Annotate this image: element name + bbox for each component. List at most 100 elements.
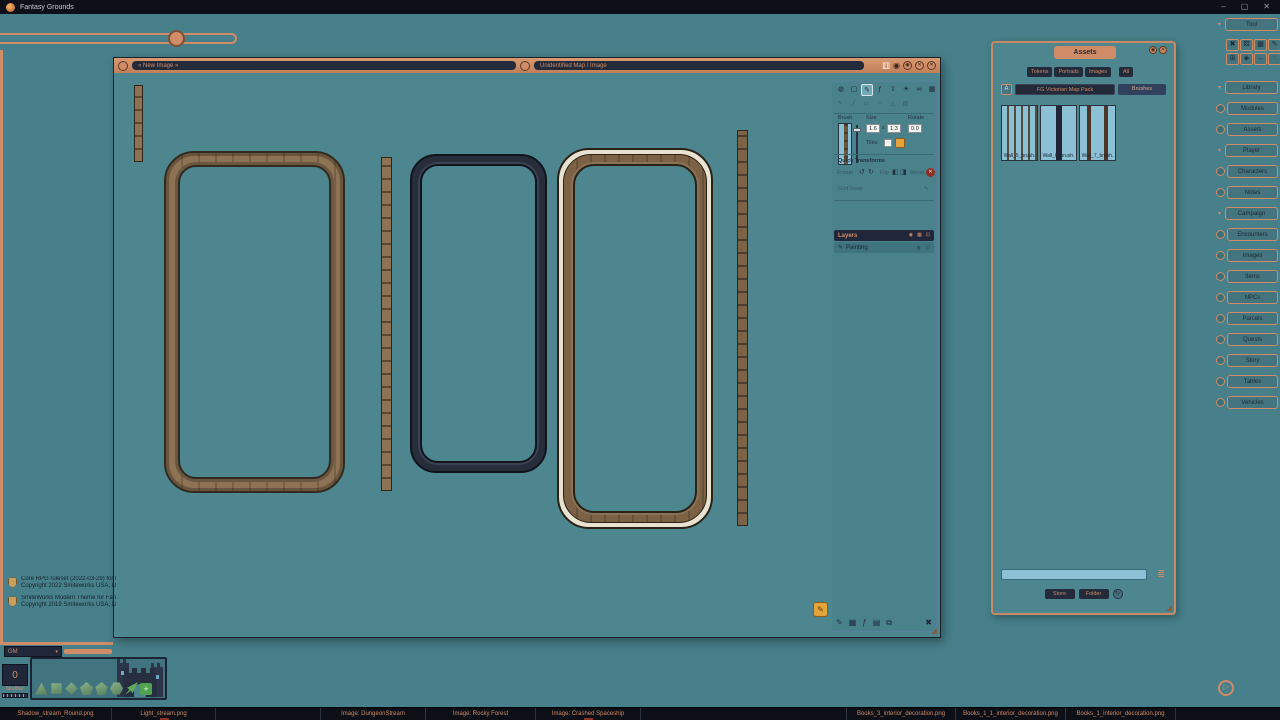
minimize-window-button[interactable]: ◉ [903,61,912,70]
image-title-map[interactable]: Unidentified Map / Image [534,61,864,70]
sidebar-collapse-button[interactable]: ▷ [1218,680,1234,696]
pin-window-button[interactable]: ◉ [1149,46,1157,54]
paint-tool-icon[interactable]: ✎ [861,84,873,96]
layer-edit-icon[interactable]: ✎ [838,244,843,251]
close-all-button[interactable]: ✖ [1226,39,1239,51]
asset-wall-5-brush[interactable]: Wall_5_brush. [1001,105,1038,161]
pencil-tool-icon[interactable]: ✎ [836,99,845,109]
radial-menu-button[interactable]: ◉ [893,61,900,71]
elevation-tool-icon[interactable]: ⇧ [887,84,899,96]
close-window-button[interactable]: ✕ [927,61,936,70]
sidebar-item-label[interactable]: Campaign [1225,207,1278,220]
dice-shortcut-button[interactable]: ⚅ [882,61,890,71]
tab-images[interactable]: Images [1085,67,1111,77]
d10-die[interactable] [80,682,93,695]
refresh-button[interactable]: ↻ [1113,589,1123,599]
maximize-button[interactable]: ▢ [1241,0,1249,14]
taskbar-item-books-3[interactable]: Books_3_interior_decoration.png [846,708,956,720]
window-handle-icon[interactable] [118,61,128,71]
size-width-input[interactable] [866,124,880,133]
window-resize-handle[interactable]: ◢ [1166,603,1172,612]
d4-die[interactable] [35,682,48,695]
flip-vertical-button[interactable]: ◨ [900,169,907,177]
draw-button[interactable]: ✎ [1268,39,1280,51]
polygon-tool-icon[interactable]: △ [888,99,897,109]
options-button[interactable]: ◌ [1268,53,1280,65]
sidebar-item-label[interactable]: Items [1227,270,1278,283]
sidebar-item-label[interactable]: Assets [1227,123,1278,136]
sidebar-item-icon[interactable] [1216,377,1225,386]
sidebar-item-icon[interactable] [1216,125,1225,134]
sidebar-item-label[interactable]: Vehicles [1227,396,1278,409]
taskbar-item-crashed-spaceship[interactable]: Image: Crashed Spaceship [536,708,641,720]
sidebar-item-label[interactable]: Notes [1227,186,1278,199]
window-button[interactable]: ⊞ [1226,53,1239,65]
taskbar-item-light-stream[interactable]: Light_stream.png [112,708,216,720]
size-height-input[interactable] [887,124,901,133]
sidebar-item-icon[interactable] [1216,356,1225,365]
d8-die[interactable] [65,682,78,695]
rotate-ccw-button[interactable]: ↺ [859,169,865,177]
window-handle-icon[interactable] [520,61,530,71]
circle-tool-icon[interactable]: ○ [875,99,884,109]
taskbar-item-books-1[interactable]: Books_1_interior_decoration.png [1066,708,1176,720]
tiles-brush-swatch[interactable] [895,138,905,148]
los-tool-icon[interactable]: ∞ [913,84,925,96]
lighting-tool-icon[interactable]: ☀ [900,84,912,96]
rotate-cw-button[interactable]: ↻ [868,169,874,177]
modifier-box[interactable]: 0 [2,664,28,686]
sidebar-item-icon[interactable] [1216,293,1225,302]
modifier-ruler[interactable] [2,693,28,698]
tab-all[interactable]: All [1119,67,1133,77]
sidebar-item-label[interactable]: Modules [1227,102,1278,115]
lock-icon[interactable]: ⊡ [926,230,930,241]
sidebar-item-icon[interactable] [1216,272,1225,281]
flip-horizontal-button[interactable]: ◧ [892,169,899,177]
sidebar-item-icon[interactable] [1216,167,1225,176]
asset-search-input[interactable] [1001,569,1147,580]
taskbar-item-shadow-stream[interactable]: Shadow_stream_Round.png [0,708,112,720]
image-window-titlebar[interactable]: « New Image » Unidentified Map / Image ⚅… [114,58,940,73]
layer-lock-icon[interactable]: ⊡ [926,245,930,251]
rect-tool-icon[interactable]: ▭ [862,99,871,109]
Painting[interactable]: ✎ Painting ◉ ⊡ [834,242,934,253]
taskbar-item-dungeonstream[interactable]: Image: DungeonStream [320,708,426,720]
asset-wall-6-brush[interactable]: Wall_6_brush. [1040,105,1077,161]
folder-icon[interactable]: ▤ [873,618,881,628]
store-button[interactable]: Store [1045,589,1075,599]
chat-window-knob[interactable] [168,30,185,47]
chevron-down-icon[interactable]: ▾ [1216,210,1223,217]
tab-tokens[interactable]: Tokens [1027,67,1052,77]
sidebar-item-label[interactable]: Encounters [1227,228,1278,241]
chevron-down-icon[interactable]: ▾ [1216,84,1223,91]
close-button[interactable]: ✕ [1263,0,1270,14]
sidebar-item-label[interactable]: Player [1225,144,1278,157]
image-title-new[interactable]: « New Image » [132,61,516,70]
d20-die[interactable] [110,682,123,695]
sidebar-item-label[interactable]: Characters [1227,165,1278,178]
assets-window-title[interactable]: Assets [1054,46,1116,59]
paint-mode-badge-icon[interactable]: ✎ [813,602,828,617]
sidebar-item-icon[interactable] [1216,188,1225,197]
sidebar-item-icon[interactable] [1216,104,1225,113]
eye-icon[interactable]: ◉ [909,230,913,241]
move-button[interactable]: ↔ [1254,53,1267,65]
reset-button[interactable]: ✕ [926,168,935,177]
sidebar-item-icon[interactable] [1216,251,1225,260]
folder-button[interactable]: Folder [1079,589,1109,599]
pin-window-button[interactable]: ✕ [915,61,924,70]
tiles-checkbox[interactable] [884,139,892,147]
brush-slider-handle[interactable] [853,128,861,132]
chevron-down-icon[interactable]: ▾ [1216,147,1223,154]
sidebar-item-icon[interactable] [1216,398,1225,407]
sidebar-item-label[interactable]: NPCs [1227,291,1278,304]
asset-wall-7-brush[interactable]: Wall_7_brush. [1079,105,1116,161]
token-button[interactable]: ◈ [1240,53,1253,65]
taskbar-item-rocky-forest[interactable]: Image: Rocky Forest [426,708,536,720]
line-tool-icon[interactable]: ╱ [849,99,858,109]
brush-tool-icon[interactable]: ✎ [836,618,843,628]
brushes-filter-button[interactable]: Brushes [1118,84,1166,95]
taskbar-item-books-1-1[interactable]: Books_1_1_interior_decoration.png [956,708,1066,720]
sidebar-item-label[interactable]: Parcels [1227,312,1278,325]
add-layer-icon[interactable]: ▦ [849,618,857,628]
